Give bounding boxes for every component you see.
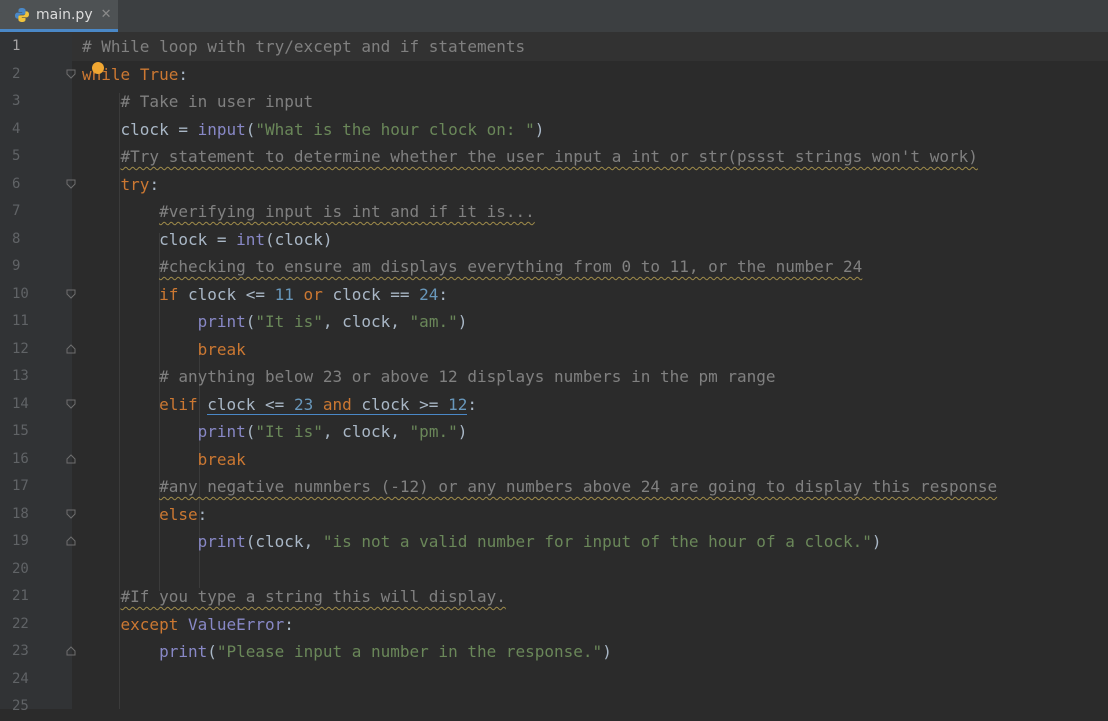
line-number: 25 [12,698,29,714]
line-number-gutter: 1 2 3 4 5 6 7 8 9 10 11 12 13 14 15 16 1… [0,33,76,714]
code-line: break [197,449,246,469]
code-editor[interactable]: 1 2 3 4 5 6 7 8 9 10 11 12 13 14 15 16 1… [0,33,1108,714]
line-number: 7 [12,203,21,219]
line-number: 23 [0,638,76,666]
line-number: 2 [0,61,76,89]
code-line: else: [159,504,208,524]
line-number: 3 [12,93,21,109]
tab-main-py[interactable]: main.py ✕ [0,0,118,32]
line-number: 17 [12,478,29,494]
code-line: elif clock <= 23 and clock >= 12: [159,394,477,415]
line-number: 5 [12,148,21,164]
line-number: 10 [0,281,76,309]
code-line: while True: [82,64,188,84]
line-number: 14 [0,391,76,419]
line-number: 21 [12,588,29,604]
code-line: #Try statement to determine whether the … [120,147,978,166]
code-line: break [197,339,246,359]
code-line: # Take in user input [120,92,314,111]
code-line: print("Please input a number in the resp… [159,642,612,661]
code-line: # anything below 23 or above 12 displays… [159,367,776,386]
line-number: 22 [12,615,29,632]
code-text-area[interactable]: # While loop with try/except and if stat… [72,33,1108,709]
line-number: 24 [12,670,29,687]
code-line: print("It is", clock, "pm.") [197,422,468,441]
code-line: # While loop with try/except and if stat… [72,33,1108,61]
code-line: #any negative numnbers (-12) or any numb… [159,477,998,496]
code-line: if clock <= 11 or clock == 24: [159,284,449,304]
line-number: 8 [12,230,21,247]
code-line: except ValueError: [120,614,294,634]
code-line: #If you type a string this will display. [120,587,506,606]
editor-tab-bar: main.py ✕ [0,0,1108,33]
code-line: try: [120,174,160,194]
line-number: 9 [12,258,21,274]
line-number: 4 [12,120,21,137]
code-line: clock = input("What is the hour clock on… [120,119,545,139]
code-line: #checking to ensure am displays everythi… [159,257,863,276]
code-line: clock = int(clock) [159,229,333,249]
line-number: 18 [0,501,76,529]
line-number: 19 [0,528,76,556]
tab-filename: main.py [36,6,93,23]
line-number: 20 [12,560,29,577]
line-number: 12 [0,336,76,364]
close-tab-icon[interactable]: ✕ [101,7,112,22]
line-number: 13 [12,368,29,384]
line-number: 1 [12,38,21,54]
line-number: 16 [0,446,76,474]
code-line: print("It is", clock, "am.") [197,312,468,331]
line-number: 15 [12,423,29,439]
line-number: 6 [0,171,76,199]
code-line: print(clock, "is not a valid number for … [197,532,882,551]
line-number: 11 [12,313,29,329]
intention-bulb-icon[interactable] [92,62,104,74]
python-file-icon [14,7,30,23]
code-line: #verifying input is int and if it is... [159,202,535,221]
